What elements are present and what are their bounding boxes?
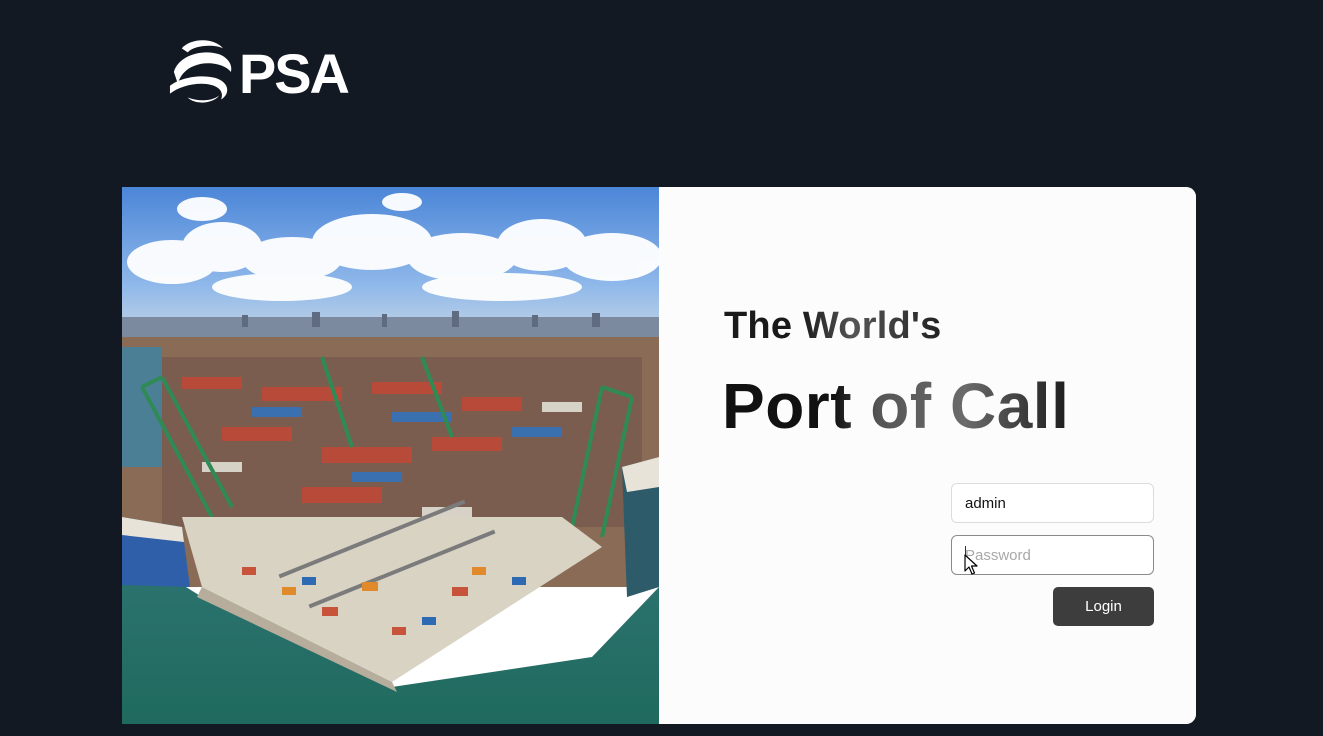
port-aerial-photo — [122, 187, 659, 724]
tagline-big: Port of Call — [722, 370, 1070, 442]
username-input[interactable] — [951, 483, 1154, 523]
psa-swirl-logo-icon — [169, 40, 232, 103]
password-input[interactable] — [951, 535, 1154, 575]
login-card: The World's Port of Call Login — [122, 187, 1196, 724]
logo-wordmark: PSA — [238, 42, 350, 105]
tagline-small: The World's — [724, 305, 942, 347]
login-button[interactable]: Login — [1053, 587, 1154, 626]
psa-logo: PSA — [168, 36, 350, 106]
mouse-pointer-icon — [964, 554, 980, 581]
login-panel: The World's Port of Call Login — [659, 187, 1196, 724]
